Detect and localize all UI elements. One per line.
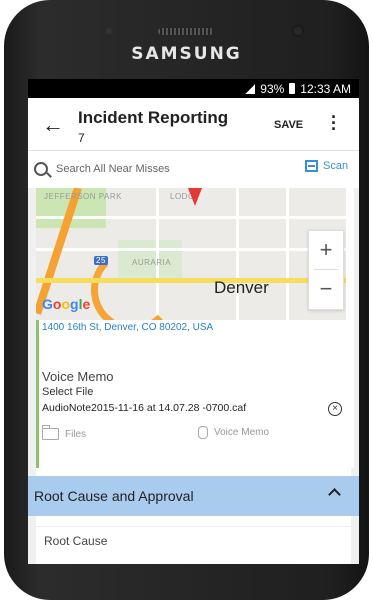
- page-title: Incident Reporting: [78, 108, 229, 127]
- google-logo: Google: [42, 296, 91, 312]
- voice-memo-title: Voice Memo: [42, 369, 114, 384]
- barcode-scan-icon: [305, 160, 318, 172]
- battery-percent: 93%: [260, 81, 285, 96]
- map-street: [286, 188, 289, 320]
- map-street: [236, 188, 239, 320]
- microphone-icon: [198, 426, 208, 439]
- battery-icon: [289, 83, 296, 94]
- app-bar: ← Incident Reporting 7 SAVE · · ·: [28, 98, 359, 151]
- scan-button[interactable]: Scan: [305, 160, 348, 172]
- zoom-out-button[interactable]: −: [309, 270, 343, 308]
- map-pin-icon: [188, 188, 202, 206]
- zoom-in-button[interactable]: +: [309, 231, 343, 269]
- app-screen: 93% 12:33 AM ← Incident Reporting 7 SAVE…: [28, 79, 359, 564]
- search-icon: [34, 162, 48, 176]
- search-input[interactable]: [54, 157, 298, 181]
- map-label-auraria: AURARIA: [132, 258, 172, 267]
- save-button[interactable]: SAVE: [274, 119, 303, 131]
- device-brand: SAMSUNG: [131, 44, 242, 64]
- attached-audio-file: AudioNote2015-11-16 at 14.07.28 -0700.ca…: [42, 402, 247, 414]
- root-cause-field[interactable]: Root Cause: [36, 526, 351, 564]
- folder-icon: [42, 425, 59, 440]
- interstate-shield-icon: 25: [94, 256, 108, 265]
- root-cause-label: Root Cause: [44, 534, 108, 548]
- root-cause-section-header[interactable]: Root Cause and Approval: [28, 476, 359, 516]
- record-voice-memo-button[interactable]: Voice Memo: [198, 426, 269, 439]
- back-arrow-icon[interactable]: ←: [42, 112, 64, 138]
- map-street: [36, 216, 346, 219]
- section-title: Root Cause and Approval: [34, 488, 194, 504]
- attach-files-button[interactable]: Files: [42, 425, 87, 440]
- form-content: JEFFERSON PARK AURARIA LODO 25 Denver Go…: [28, 188, 359, 564]
- remove-file-icon[interactable]: ×: [328, 402, 342, 416]
- location-map[interactable]: JEFFERSON PARK AURARIA LODO 25 Denver Go…: [36, 188, 346, 320]
- signal-icon: [245, 83, 256, 94]
- proximity-sensor: [106, 28, 112, 34]
- files-label: Files: [65, 428, 87, 440]
- page-subtitle: 7: [78, 131, 85, 145]
- map-zoom-controls: + −: [308, 230, 344, 310]
- phone-frame: SAMSUNG 93% 12:33 AM ← Incident Reportin…: [0, 0, 373, 600]
- more-options-icon[interactable]: · · ·: [330, 108, 338, 138]
- scan-label: Scan: [323, 160, 349, 172]
- voice-memo-label: Voice Memo: [214, 427, 270, 438]
- search-bar: Scan: [28, 151, 359, 189]
- map-label-jefferson-park: JEFFERSON PARK: [44, 192, 122, 201]
- earpiece-speaker: [158, 28, 214, 35]
- status-bar: 93% 12:33 AM: [28, 79, 359, 98]
- front-camera: [292, 25, 304, 37]
- location-address-link[interactable]: 1400 16th St, Denver, CO 80202, USA: [42, 322, 213, 333]
- chevron-up-icon: [328, 488, 341, 501]
- map-street: [36, 248, 346, 251]
- map-main-road: [36, 278, 346, 283]
- select-file-label: Select File: [42, 386, 94, 398]
- clock: 12:33 AM: [300, 81, 351, 96]
- map-city-label: Denver: [214, 278, 269, 297]
